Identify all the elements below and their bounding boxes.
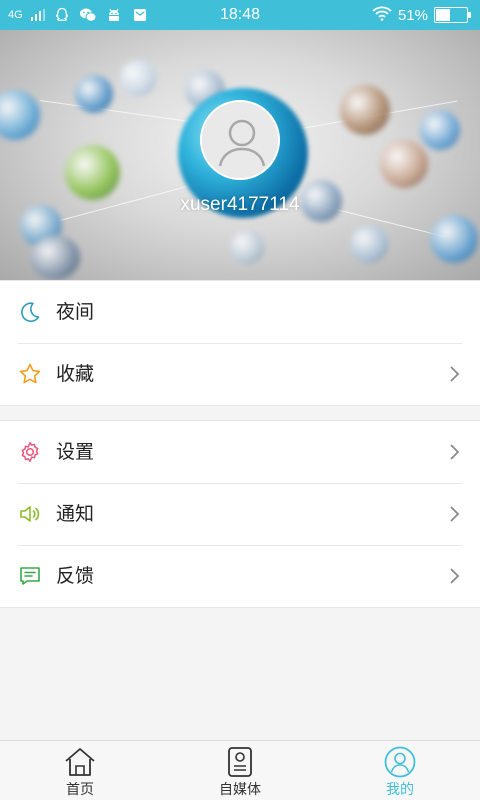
menu-item-favorites[interactable]: 收藏 (0, 343, 480, 405)
menu-item-label: 收藏 (56, 363, 95, 385)
status-bar: 4G 18:48 51% (0, 0, 480, 30)
decor-bubble (430, 215, 478, 263)
avatar[interactable] (200, 100, 280, 180)
wifi-icon (372, 5, 392, 25)
media-icon (228, 747, 252, 777)
star-icon (19, 363, 41, 384)
home-icon (65, 748, 95, 776)
tab-label: 我的 (386, 782, 414, 798)
network-line (39, 100, 199, 124)
decor-bubble (380, 140, 428, 188)
tab-media[interactable]: 自媒体 (160, 741, 320, 800)
decor-bubble (120, 60, 156, 96)
battery-icon (434, 7, 471, 23)
menu-group-2: 设置 通知 反馈 (0, 420, 480, 608)
gear-icon (21, 442, 39, 462)
decor-bubble (420, 110, 460, 150)
tab-me[interactable]: 我的 (320, 741, 480, 800)
menu-item-label: 反馈 (56, 565, 95, 587)
decor-bubble (350, 225, 388, 263)
decor-bubble (75, 75, 113, 113)
menu-item-night-mode[interactable]: 夜间 (0, 281, 480, 343)
decor-bubble (30, 235, 80, 280)
menu-item-label: 夜间 (56, 301, 95, 323)
menu-item-notifications[interactable]: 通知 (0, 483, 480, 545)
tab-home[interactable]: 首页 (0, 741, 160, 800)
battery-percent: 51% (397, 6, 428, 24)
menu-item-feedback[interactable]: 反馈 (0, 545, 480, 607)
moon-icon (21, 302, 40, 323)
status-right: 51% (372, 0, 471, 30)
profile-icon (384, 746, 416, 778)
decor-bubble (0, 90, 40, 140)
menu-group-1: 夜间 收藏 (0, 280, 480, 406)
message-icon (20, 567, 40, 585)
tab-label: 首页 (66, 782, 94, 798)
menu-item-label: 设置 (56, 441, 95, 463)
chevron-right-icon (450, 444, 460, 460)
bottom-tab-bar: 首页 自媒体 我的 (0, 740, 480, 800)
speaker-icon (20, 506, 40, 522)
decor-bubble (65, 145, 120, 200)
username[interactable]: xuser4177114 (0, 194, 480, 216)
tab-label: 自媒体 (219, 782, 261, 798)
chevron-right-icon (450, 506, 460, 522)
chevron-right-icon (450, 366, 460, 382)
menu-item-label: 通知 (56, 503, 95, 525)
decor-bubble (340, 85, 390, 135)
menu-item-settings[interactable]: 设置 (0, 421, 480, 483)
chevron-right-icon (450, 568, 460, 584)
profile-banner: xuser4177114 (0, 30, 480, 280)
decor-bubble (230, 230, 264, 264)
